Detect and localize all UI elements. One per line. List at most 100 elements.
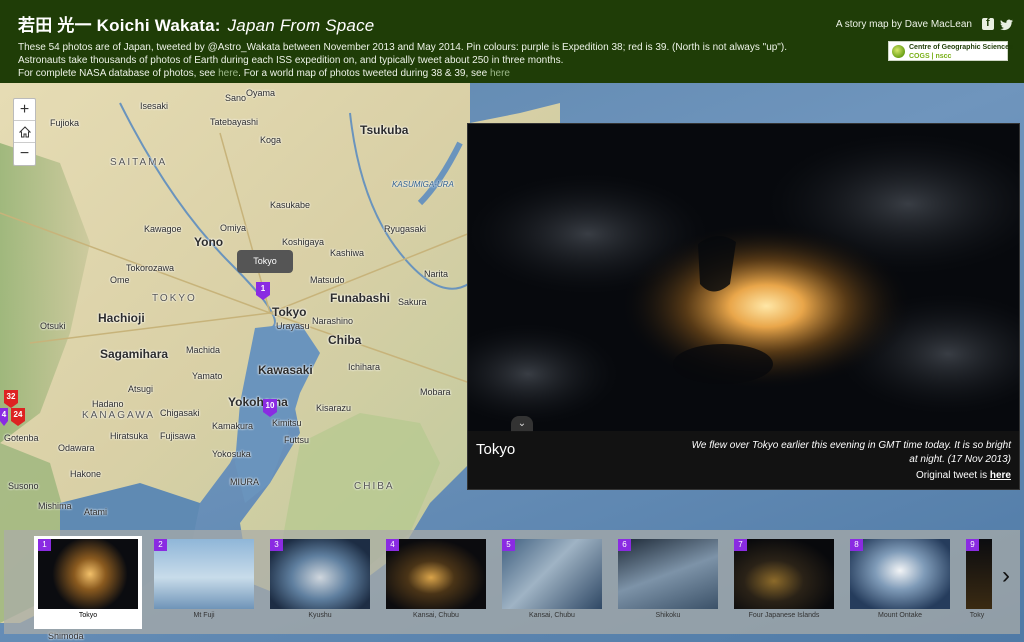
description-line-3: For complete NASA database of photos, se… — [18, 68, 510, 79]
map-label-kawagoe: Kawagoe — [144, 224, 182, 234]
map-label-fujioka: Fujioka — [50, 118, 80, 128]
map-label-hiratsuka: Hiratsuka — [110, 431, 149, 441]
world-map-link[interactable]: here — [490, 68, 510, 79]
map-tooltip: Tokyo — [237, 250, 293, 273]
thumbnail-image — [734, 539, 834, 609]
photo-caption-text: We flew over Tokyo earlier this evening … — [691, 440, 1011, 465]
map-label-kawasaki: Kawasaki — [258, 363, 313, 377]
title-subtitle: Japan From Space — [227, 16, 375, 35]
map-label-koga: Koga — [260, 135, 282, 145]
map-label-mishima: Mishima — [38, 501, 72, 511]
map-label-tokorozawa: Tokorozawa — [126, 263, 175, 273]
chevron-right-icon: › — [1002, 562, 1010, 589]
map-label-oyama: Oyama — [246, 88, 276, 98]
original-tweet-line: Original tweet is here — [915, 470, 1011, 481]
map-label-ichihara: Ichihara — [348, 362, 381, 372]
carousel-item[interactable]: 1 Tokyo — [34, 536, 142, 629]
map-label-yamato: Yamato — [192, 371, 223, 381]
carousel-item[interactable]: 7 Four Japanese Islands — [730, 536, 838, 629]
photo-caption: Tokyo We flew over Tokyo earlier this ev… — [468, 431, 1019, 489]
zoom-out-button[interactable]: − — [14, 143, 35, 165]
map-label-ome: Ome — [110, 275, 130, 285]
thumbnail-image — [38, 539, 138, 609]
map-label-tokyo: Tokyo — [272, 305, 307, 319]
map-label-mobara: Mobara — [420, 387, 451, 397]
description-line-2: Astronauts take thousands of photos of E… — [18, 55, 564, 66]
map-label-kanagawa: KANAGAWA — [82, 410, 156, 421]
thumbnail-image — [154, 539, 254, 609]
map-label-tokyo-region: TOKYO — [152, 293, 197, 304]
photo-viewer-panel: ⌄ Tokyo We flew over Tokyo earlier this … — [467, 123, 1020, 490]
map-label-urayasu: Urayasu — [276, 321, 310, 331]
thumbnail-image — [502, 539, 602, 609]
carousel-item[interactable]: 5 Kansai, Chubu — [498, 536, 606, 629]
carousel-item[interactable]: 6 Shikoku — [614, 536, 722, 629]
map-label-sagamihara: Sagamihara — [100, 347, 169, 361]
map-label-tatebayashi: Tatebayashi — [210, 117, 259, 127]
carousel-item[interactable]: 9 Toky — [962, 536, 992, 629]
map-label-kisarazu: Kisarazu — [316, 403, 352, 413]
carousel-next-button[interactable]: › — [996, 562, 1016, 592]
map-label-yono: Yono — [194, 235, 224, 249]
thumbnail-image — [386, 539, 486, 609]
map-label-yokohama: Yokohama — [228, 395, 288, 409]
map-label-kamakura: Kamakura — [212, 421, 254, 431]
map-label-chiba-region: CHIBA — [354, 481, 395, 492]
carousel-item[interactable]: 4 Kansai, Chubu — [382, 536, 490, 629]
facebook-share-icon[interactable]: f — [982, 17, 994, 30]
title-main: 若田 光一 Koichi Wakata: — [18, 16, 221, 35]
map-label-atami: Atami — [84, 507, 108, 517]
map-label-machida: Machida — [186, 345, 221, 355]
map-label-chiba: Chiba — [328, 333, 362, 347]
tokyo-night-photo[interactable] — [468, 124, 1019, 431]
map-label-hakone: Hakone — [70, 469, 102, 479]
photo-title: Tokyo — [476, 441, 516, 458]
home-icon — [18, 126, 31, 138]
map-label-gotenba: Gotenba — [4, 433, 39, 443]
map-label-koshigaya: Koshigaya — [282, 237, 325, 247]
map-label-atsugi: Atsugi — [128, 384, 154, 394]
map-label-hadano: Hadano — [92, 399, 124, 409]
map-label-otsuki: Otsuki — [40, 321, 66, 331]
map-label-futtsu: Futtsu — [284, 435, 310, 445]
carousel-item[interactable]: 3 Kyushu — [266, 536, 374, 629]
map-label-kasukabe: Kasukabe — [270, 200, 311, 210]
collapse-caption-button[interactable]: ⌄ — [511, 416, 533, 432]
home-button[interactable] — [14, 121, 35, 143]
carousel-item[interactable]: 8 Mount Ontake — [846, 536, 954, 629]
map-label-hachioji: Hachioji — [98, 311, 145, 325]
map-label-sano: Sano — [225, 93, 247, 103]
map-label-kimitsu: Kimitsu — [272, 418, 302, 428]
carousel-item[interactable]: 2 Mt Fuji — [150, 536, 258, 629]
thumbnail-image — [850, 539, 950, 609]
nasa-database-link[interactable]: here — [218, 68, 238, 79]
map-label-susono: Susono — [8, 481, 39, 491]
map-label-omiya: Omiya — [220, 223, 247, 233]
map-label-odawara: Odawara — [58, 443, 95, 453]
map-label-chigasaki: Chigasaki — [160, 408, 200, 418]
zoom-controls: + − — [13, 98, 36, 166]
map-label-yokosuka: Yokosuka — [212, 449, 251, 459]
map-label-tsukuba: Tsukuba — [360, 123, 409, 137]
map-label-narita: Narita — [424, 269, 449, 279]
map-label-isesaki: Isesaki — [140, 101, 169, 111]
map-label-sakura: Sakura — [398, 297, 427, 307]
map-label-kasumigaura: KASUMIGA-URA — [392, 180, 454, 189]
map-label-narashino: Narashino — [312, 316, 354, 326]
chevron-down-icon: ⌄ — [517, 418, 527, 429]
thumbnail-image — [270, 539, 370, 609]
story-map-header: 若田 光一 Koichi Wakata: Japan From Space Th… — [0, 0, 1024, 83]
cogs-logo-icon — [892, 45, 905, 58]
map-label-kashiwa: Kashiwa — [330, 248, 365, 258]
twitter-share-icon[interactable] — [1000, 18, 1013, 31]
description-line-1: These 54 photos are of Japan, tweeted by… — [18, 42, 787, 53]
original-tweet-link[interactable]: here — [990, 470, 1011, 481]
cogs-logo[interactable]: Centre of Geographic Sciences COGS | nsc… — [888, 41, 1013, 61]
map-label-saitama: SAITAMA — [110, 157, 168, 168]
author-byline: A story map by Dave MacLean — [835, 19, 972, 30]
thumbnail-image — [618, 539, 718, 609]
story-description: These 54 photos are of Japan, tweeted by… — [18, 41, 818, 80]
map-label-fujisawa: Fujisawa — [160, 431, 196, 441]
map-label-miura: MIURA — [230, 477, 259, 487]
zoom-in-button[interactable]: + — [14, 99, 35, 121]
